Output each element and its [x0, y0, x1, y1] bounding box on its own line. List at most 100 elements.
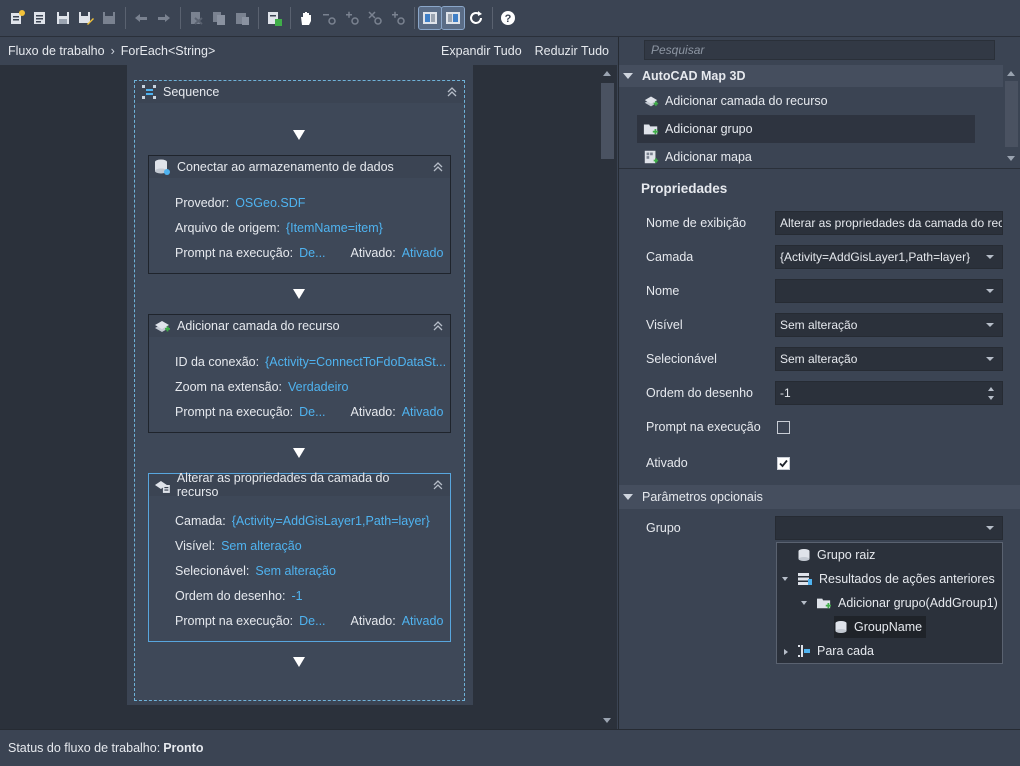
activity-property: Ordem do desenho: -1: [175, 583, 450, 608]
collapse-all-link[interactable]: Reduzir Tudo: [535, 44, 609, 58]
property-label: Prompt na execução:: [175, 613, 294, 628]
layer-dropdown[interactable]: {Activity=AddGisLayer1,Path=layer}: [775, 245, 1003, 269]
property-value-link[interactable]: {Activity=ConnectToFdoDataSt...: [265, 355, 446, 369]
prompt-checkbox[interactable]: [777, 421, 790, 434]
property-label: Zoom na extensão:: [175, 379, 283, 394]
property-value-link[interactable]: Sem alteração: [221, 539, 302, 553]
scroll-up-icon[interactable]: [1007, 71, 1015, 76]
property-value-link[interactable]: Verdadeiro: [288, 380, 348, 394]
database-connect-icon: [155, 159, 170, 175]
property-name: Nome: [619, 276, 1020, 306]
activity-add-layer[interactable]: Adicionar camada do recurso ID da conexã…: [148, 314, 451, 433]
toolbar-separator: [492, 7, 493, 29]
tree-expand-icon[interactable]: [782, 577, 788, 581]
library-item-add-map[interactable]: Adicionar mapa: [619, 143, 957, 171]
collapse-icon[interactable]: [432, 479, 444, 491]
activity-header[interactable]: Alterar as propriedades da camada do rec…: [149, 471, 450, 499]
property-value-link[interactable]: Ativado: [402, 405, 444, 419]
property-value-link[interactable]: -1: [292, 589, 303, 603]
visible-dropdown[interactable]: Sem alteração: [775, 313, 1003, 337]
tree-item-root-group[interactable]: Grupo raiz: [797, 544, 875, 566]
activity-property: Zoom na extensão: Verdadeiro: [175, 374, 450, 399]
new-icon[interactable]: [6, 7, 28, 29]
layout-alt-icon[interactable]: [441, 6, 465, 30]
refresh-icon[interactable]: [465, 7, 487, 29]
library-scrollbar[interactable]: [1003, 65, 1020, 167]
zoom-fit-icon[interactable]: [387, 7, 409, 29]
activity-library: AutoCAD Map 3D Adicionar camada do recur…: [619, 65, 1003, 167]
property-value-link[interactable]: De...: [299, 405, 325, 419]
layout-icon[interactable]: [418, 6, 442, 30]
zoom-in-icon[interactable]: [341, 7, 363, 29]
chevron-up-icon[interactable]: [988, 387, 994, 391]
property-value-link[interactable]: De...: [299, 614, 325, 628]
library-group-header[interactable]: AutoCAD Map 3D: [619, 65, 1003, 87]
tree-item-previous-results[interactable]: Resultados de ações anteriores: [797, 568, 995, 590]
selectable-dropdown[interactable]: Sem alteração: [775, 347, 1003, 371]
designer-scrollbar[interactable]: [599, 65, 616, 729]
activity-header[interactable]: Adicionar camada do recurso: [149, 315, 450, 337]
tree-item-for-each[interactable]: Para cada: [797, 640, 874, 662]
property-prompt: Prompt na execução: [619, 412, 1020, 442]
run-icon[interactable]: [263, 7, 285, 29]
results-icon: [798, 573, 812, 585]
library-item-add-layer[interactable]: Adicionar camada do recurso: [619, 87, 957, 115]
scroll-down-icon[interactable]: [603, 718, 611, 723]
add-group-icon: [817, 598, 831, 609]
optional-parameters-header[interactable]: Parâmetros opcionais: [619, 485, 1020, 509]
tree-item-group-name[interactable]: GroupName: [834, 616, 927, 638]
toolbar-separator: [258, 7, 259, 29]
property-value-link[interactable]: Ativado: [402, 246, 444, 260]
zoom-reset-icon[interactable]: [364, 7, 386, 29]
designer-canvas[interactable]: Sequence Conectar ao armazenamento de da…: [0, 65, 598, 729]
enabled-checkbox[interactable]: [777, 457, 790, 470]
scroll-up-icon[interactable]: [603, 71, 611, 76]
property-value-link[interactable]: Sem alteração: [255, 564, 336, 578]
pan-icon[interactable]: [295, 7, 317, 29]
cut-icon[interactable]: [185, 7, 207, 29]
expand-all-link[interactable]: Expandir Tudo: [441, 44, 522, 58]
chevron-right-icon: ›: [110, 44, 115, 58]
property-value-link[interactable]: {Activity=AddGisLayer1,Path=layer}: [232, 514, 430, 528]
tree-collapsed-icon[interactable]: [784, 649, 788, 655]
toolbar-separator: [125, 7, 126, 29]
search-input[interactable]: Pesquisar: [644, 40, 995, 60]
draw-order-stepper[interactable]: -1: [775, 381, 1003, 405]
group-dropdown[interactable]: [775, 516, 1003, 540]
zoom-out-icon[interactable]: [318, 7, 340, 29]
activity-connect-data-store[interactable]: Conectar ao armazenamento de dados Prove…: [148, 155, 451, 274]
name-dropdown[interactable]: [775, 279, 1003, 303]
sequence-header[interactable]: Sequence: [135, 81, 464, 103]
display-name-field[interactable]: Alterar as propriedades da camada do rec…: [775, 211, 1003, 235]
library-item-label: Adicionar grupo: [665, 122, 753, 136]
help-icon[interactable]: ?: [497, 7, 519, 29]
scroll-down-icon[interactable]: [1007, 156, 1015, 161]
scrollbar-thumb[interactable]: [1005, 81, 1018, 147]
property-value-link[interactable]: OSGeo.SDF: [235, 196, 305, 210]
property-label: Ordem do desenho:: [175, 588, 286, 603]
scrollbar-thumb[interactable]: [601, 83, 614, 159]
undo-icon[interactable]: [130, 7, 152, 29]
property-value-link[interactable]: De...: [299, 246, 325, 260]
save-icon[interactable]: [52, 7, 74, 29]
collapse-icon[interactable]: [446, 86, 458, 98]
chevron-down-icon: [986, 526, 994, 530]
collapse-icon[interactable]: [432, 161, 444, 173]
activity-header[interactable]: Conectar ao armazenamento de dados: [149, 156, 450, 178]
collapse-icon[interactable]: [432, 320, 444, 332]
property-value-link[interactable]: Ativado: [402, 614, 444, 628]
tree-expand-icon[interactable]: [801, 601, 807, 605]
open-icon[interactable]: [29, 7, 51, 29]
save-as-icon[interactable]: [75, 7, 97, 29]
library-item-add-group[interactable]: Adicionar grupo: [637, 115, 975, 143]
property-value-link[interactable]: {ItemName=item}: [286, 221, 383, 235]
tree-item-add-group[interactable]: Adicionar grupo(AddGroup1): [816, 592, 998, 614]
property-selectable: Selecionável Sem alteração: [619, 344, 1020, 374]
breadcrumb-root[interactable]: Fluxo de trabalho: [8, 44, 105, 58]
activity-property: Prompt na execução: De... Ativado: Ativado: [175, 240, 450, 265]
paste-icon[interactable]: [231, 7, 253, 29]
redo-icon[interactable]: [153, 7, 175, 29]
activity-change-layer-properties[interactable]: Alterar as propriedades da camada do rec…: [148, 471, 451, 642]
chevron-down-icon[interactable]: [988, 396, 994, 400]
copy-icon[interactable]: [208, 7, 230, 29]
